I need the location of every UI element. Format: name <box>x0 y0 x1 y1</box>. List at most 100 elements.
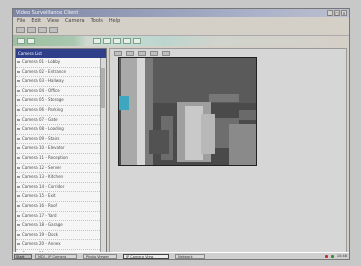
main-toolbar <box>13 25 349 36</box>
camera-list-item[interactable]: Camera 09 - Stairs <box>16 135 106 145</box>
menu-help[interactable]: Help <box>109 17 120 25</box>
camera-item-icon <box>17 195 20 198</box>
camera-item-label: Camera 09 - Stairs <box>22 135 60 141</box>
settings-icon[interactable] <box>162 50 170 56</box>
camera-item-icon <box>17 89 20 92</box>
camera-list-item[interactable]: Camera 01 - Lobby <box>16 58 106 68</box>
camera-item-icon <box>17 224 20 227</box>
task-network[interactable]: Network <box>175 254 205 259</box>
pause-icon[interactable] <box>103 38 111 44</box>
camera-item-label: Camera 03 - Hallway <box>22 78 64 84</box>
camera-list-scrollbar[interactable] <box>100 58 106 253</box>
title-bar: Video Surveillance Client _ □ × <box>13 9 349 17</box>
system-tray: 10:48 <box>295 254 347 259</box>
camera-item-icon <box>17 243 20 246</box>
stop-icon[interactable] <box>113 38 121 44</box>
video-panel <box>109 48 347 254</box>
camera-item-label: Camera 01 - Lobby <box>22 59 61 64</box>
camera-list: Camera 01 - Lobby Camera 02 - Entrance Cam… <box>16 58 106 253</box>
menu-view[interactable]: View <box>47 17 59 25</box>
record-icon[interactable] <box>27 38 35 44</box>
camera-list-item[interactable]: Camera 19 - Dock <box>16 231 106 241</box>
camera-item-label: Camera 19 - Dock <box>22 231 59 237</box>
close-button[interactable]: × <box>341 10 347 16</box>
camera-item-icon <box>17 108 20 111</box>
task-photo-viewer[interactable]: Photo Viewer <box>83 254 117 259</box>
menu-file[interactable]: File <box>17 17 25 25</box>
maximize-button[interactable]: □ <box>334 10 340 16</box>
camera-item-icon <box>17 137 20 140</box>
camera-list-item[interactable]: Camera 13 - Kitchen <box>16 173 106 183</box>
grid-1-icon[interactable] <box>114 50 122 56</box>
camera-list-item[interactable]: Camera 14 - Corridor <box>16 183 106 193</box>
start-button[interactable]: Start <box>14 254 32 259</box>
camera-list-item[interactable]: Camera 20 - Annex <box>16 240 106 250</box>
camera-list-item[interactable]: Camera 03 - Hallway <box>16 77 106 87</box>
camera-item-label: Camera 07 - Gate <box>22 116 58 122</box>
camera-list-item[interactable]: Camera 04 - Office <box>16 87 106 97</box>
camera-item-label: Camera 18 - Garage <box>22 222 63 228</box>
camera-item-label: Camera 08 - Loading <box>22 126 64 132</box>
zoom-icon[interactable] <box>133 38 141 44</box>
camera-item-icon <box>17 80 20 83</box>
camera-item-icon <box>17 204 20 207</box>
camera-item-icon <box>17 185 20 188</box>
clock: 10:48 <box>336 254 347 258</box>
scrollbar-thumb[interactable] <box>101 68 105 108</box>
camera-item-icon <box>17 166 20 169</box>
camera-item-icon <box>17 214 20 217</box>
open-icon[interactable] <box>27 27 36 33</box>
alert-icon[interactable] <box>324 254 328 258</box>
camera-item-icon <box>17 233 20 236</box>
camera-item-label: Camera 17 - Yard <box>22 212 57 218</box>
camera-item-label: Camera 20 - Annex <box>22 241 61 247</box>
grid-4-icon[interactable] <box>126 50 134 56</box>
camera-item-label: Camera 06 - Parking <box>22 106 63 112</box>
camera-list-item[interactable]: Camera 08 - Loading <box>16 125 106 135</box>
play-icon[interactable] <box>93 38 101 44</box>
camera-list-item[interactable]: Camera 15 - Exit <box>16 192 106 202</box>
camera-item-label: Camera 02 - Entrance <box>22 68 66 74</box>
network-icon[interactable] <box>330 254 334 258</box>
camera-list-item[interactable]: Camera 10 - Elevator <box>16 144 106 154</box>
new-icon[interactable] <box>16 27 25 33</box>
camera-list-item[interactable]: Camera 06 - Parking <box>16 106 106 116</box>
save-icon[interactable] <box>38 27 47 33</box>
camera-item-label: Camera 05 - Storage <box>22 97 64 103</box>
menu-camera[interactable]: Camera <box>65 17 85 25</box>
camera-item-label: Camera 10 - Elevator <box>22 145 65 151</box>
camera-list-item[interactable]: Camera 16 - Roof <box>16 202 106 212</box>
grid-9-icon[interactable] <box>138 50 146 56</box>
camera-icon[interactable] <box>17 38 25 44</box>
window-controls: _ □ × <box>327 10 347 16</box>
camera-item-icon <box>17 99 20 102</box>
application-window: Video Surveillance Client _ □ × File Edi… <box>12 8 350 260</box>
camera-item-icon <box>17 176 20 179</box>
camera-list-item[interactable]: Camera 18 - Garage <box>16 221 106 231</box>
print-icon[interactable] <box>49 27 58 33</box>
camera-item-label: Camera 11 - Reception <box>22 154 68 160</box>
menu-bar: File Edit View Camera Tools Help <box>13 17 349 25</box>
camera-item-label: Camera 16 - Roof <box>22 202 57 208</box>
camera-list-item[interactable]: Camera 07 - Gate <box>16 116 106 126</box>
camera-list-item[interactable]: Camera 12 - Server <box>16 164 106 174</box>
camera-item-label: Camera 14 - Corridor <box>22 183 65 189</box>
camera-item-icon <box>17 128 20 131</box>
camera-list-item[interactable]: Camera 11 - Reception <box>16 154 106 164</box>
task-mdi-ip-camera[interactable]: MDI - IP Camera <box>35 254 77 259</box>
camera-list-item[interactable]: Camera 05 - Storage <box>16 96 106 106</box>
minimize-button[interactable]: _ <box>327 10 333 16</box>
camera-item-label: Camera 12 - Server <box>22 164 62 170</box>
task-ip-camera-view[interactable]: IP Camera View <box>123 254 169 259</box>
camera-list-item[interactable]: Camera 02 - Entrance <box>16 68 106 78</box>
camera-item-label: Camera 15 - Exit <box>22 193 56 199</box>
camera-list-item[interactable]: Camera 17 - Yard <box>16 212 106 222</box>
fullscreen-icon[interactable] <box>150 50 158 56</box>
camera-video-feed[interactable] <box>118 57 257 166</box>
camera-toolbar <box>13 36 349 46</box>
menu-tools[interactable]: Tools <box>91 17 103 25</box>
camera-item-label: Camera 04 - Office <box>22 87 60 93</box>
menu-edit[interactable]: Edit <box>31 17 41 25</box>
camera-list-header[interactable]: Camera List <box>16 49 106 58</box>
snapshot-icon[interactable] <box>123 38 131 44</box>
